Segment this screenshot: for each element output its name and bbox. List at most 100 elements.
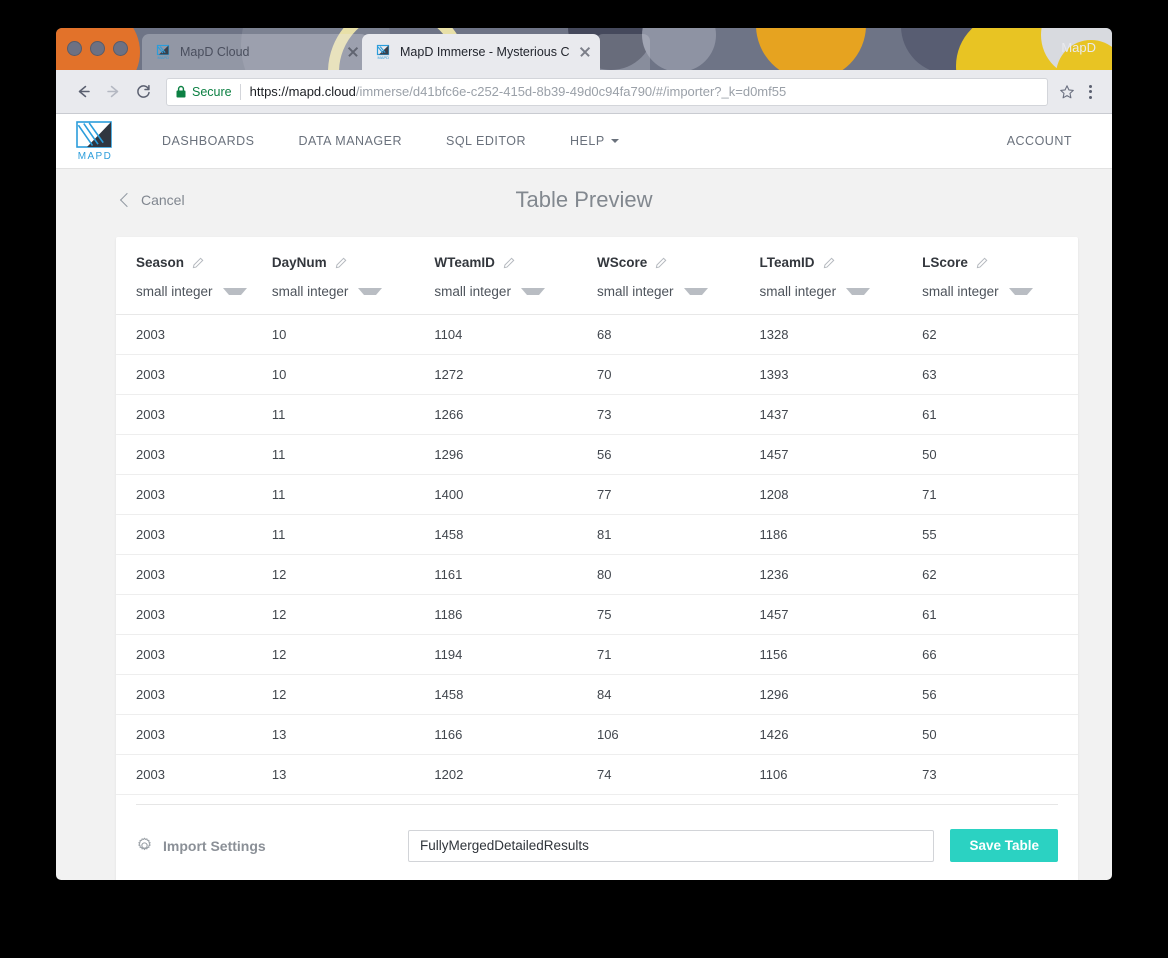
preview-table: Season small integer DayNum small intege… (116, 237, 1078, 795)
page-title: Table Preview (515, 187, 653, 212)
table-cell: 1296 (434, 434, 597, 475)
nav-item-label: SQL EDITOR (446, 134, 527, 148)
url-path: /immerse/d41bfc6e-c252-415d-8b39-49d0c94… (355, 84, 787, 99)
nav-item-help[interactable]: HELP (548, 114, 641, 168)
column-name-label: WTeamID (434, 255, 495, 270)
mapd-logo[interactable]: MAPD (72, 119, 118, 163)
import-settings-label: Import Settings (163, 837, 266, 854)
nav-item-label: DATA MANAGER (298, 134, 402, 148)
column-type-label: small integer (434, 284, 511, 299)
column-name[interactable]: LTeamID (760, 255, 923, 270)
pencil-edit-icon[interactable] (503, 257, 515, 269)
table-column-header: Season small integer (116, 237, 272, 315)
close-window-button[interactable] (67, 41, 82, 56)
table-cell: 84 (596, 674, 760, 715)
import-settings-button[interactable]: Import Settings (136, 837, 408, 854)
browser-tab-title: MapD Cloud (180, 45, 250, 59)
browser-profile-name[interactable]: MapD (1061, 40, 1096, 55)
table-cell: 1458 (434, 674, 597, 715)
column-name[interactable]: WScore (597, 255, 760, 270)
maximize-window-button[interactable] (113, 41, 128, 56)
nav-item-account[interactable]: ACCOUNT (985, 114, 1094, 168)
table-cell: 2003 (116, 394, 272, 435)
table-cell: 62 (922, 314, 1078, 355)
table-cell: 11 (271, 434, 435, 475)
table-row: 2003 11 1458 81 1186 55 (116, 514, 1078, 555)
table-row: 2003 12 1161 80 1236 62 (116, 554, 1078, 595)
table-cell: 2003 (116, 314, 272, 355)
pencil-edit-icon[interactable] (335, 257, 347, 269)
table-cell: 62 (922, 554, 1078, 595)
column-type-select[interactable]: small integer (434, 284, 597, 314)
table-cell: 2003 (116, 754, 272, 795)
close-tab-icon[interactable] (346, 45, 360, 59)
app-navbar: MAPD DASHBOARDS DATA MANAGER SQL EDITOR … (56, 114, 1112, 169)
column-type-select[interactable]: small integer (272, 284, 435, 314)
table-cell: 56 (596, 434, 760, 475)
back-button[interactable] (68, 77, 98, 107)
table-row: 2003 13 1202 74 1106 73 (116, 754, 1078, 795)
browser-tab-0[interactable]: MAPD MapD Cloud (142, 34, 368, 70)
column-name[interactable]: WTeamID (434, 255, 597, 270)
url-bar[interactable]: Secure https://mapd.cloud/immerse/d41bfc… (166, 77, 1048, 106)
table-cell: 2003 (116, 594, 272, 635)
forward-button[interactable] (98, 77, 128, 107)
reload-button[interactable] (128, 77, 158, 107)
table-cell: 70 (596, 354, 760, 395)
table-cell: 55 (922, 514, 1078, 555)
table-cell: 50 (922, 714, 1078, 755)
cancel-button[interactable]: Cancel (119, 192, 185, 208)
table-cell: 1208 (759, 474, 923, 515)
table-header-row: Season small integer DayNum small intege… (116, 237, 1078, 315)
table-cell: 1236 (759, 554, 923, 595)
column-type-select[interactable]: small integer (136, 284, 272, 314)
svg-text:MAPD: MAPD (158, 55, 170, 60)
column-name[interactable]: DayNum (272, 255, 435, 270)
pencil-edit-icon[interactable] (976, 257, 988, 269)
mapd-wordmark: MAPD (77, 151, 113, 162)
column-name-label: LTeamID (759, 255, 815, 270)
mapd-logo-icon (76, 121, 112, 148)
table-cell: 1328 (759, 314, 923, 355)
column-type-select[interactable]: small integer (597, 284, 760, 314)
column-type-select[interactable]: small integer (760, 284, 923, 314)
table-cell: 81 (596, 514, 760, 555)
table-cell: 63 (922, 354, 1078, 395)
nav-item-sql-editor[interactable]: SQL EDITOR (424, 114, 548, 168)
browser-menu-icon[interactable] (1080, 84, 1100, 99)
column-name[interactable]: Season (136, 255, 272, 270)
column-type-select[interactable]: small integer (922, 284, 1078, 314)
column-name-label: LScore (922, 255, 968, 270)
save-table-button[interactable]: Save Table (950, 829, 1058, 862)
window-controls (67, 41, 128, 56)
table-cell: 13 (271, 714, 435, 755)
pencil-edit-icon[interactable] (823, 257, 835, 269)
table-name-input[interactable] (408, 829, 935, 862)
table-column-header: WScore small integer (596, 237, 760, 315)
browser-tab-1[interactable]: MAPD MapD Immerse - Mysterious C (362, 34, 600, 70)
column-name-label: DayNum (271, 255, 327, 270)
chevron-down-icon (846, 288, 871, 295)
close-tab-icon[interactable] (578, 45, 592, 59)
table-cell: 1266 (434, 394, 597, 435)
table-cell: 10 (271, 354, 435, 395)
bookmark-star-icon[interactable] (1058, 84, 1076, 100)
table-cell: 2003 (116, 634, 272, 675)
table-cell: 1106 (759, 754, 923, 795)
nav-item-data-manager[interactable]: DATA MANAGER (277, 114, 424, 168)
table-row: 2003 11 1266 73 1437 61 (116, 394, 1078, 435)
nav-item-dashboards[interactable]: DASHBOARDS (140, 114, 277, 168)
chevron-down-icon (1008, 288, 1033, 295)
new-tab-button[interactable] (596, 34, 650, 70)
table-row: 2003 12 1458 84 1296 56 (116, 674, 1078, 715)
pencil-edit-icon[interactable] (192, 257, 204, 269)
table-cell: 11 (271, 514, 435, 555)
browser-tab-strip: MAPD MapD Cloud MAPD MapD Immerse - Myst… (56, 28, 1112, 70)
column-type-label: small integer (596, 284, 674, 299)
wallpaper-blob (642, 28, 716, 70)
table-cell: 1296 (759, 674, 923, 715)
pencil-edit-icon[interactable] (655, 257, 667, 269)
table-cell: 80 (596, 554, 760, 595)
minimize-window-button[interactable] (90, 41, 105, 56)
column-name[interactable]: LScore (922, 255, 1078, 270)
